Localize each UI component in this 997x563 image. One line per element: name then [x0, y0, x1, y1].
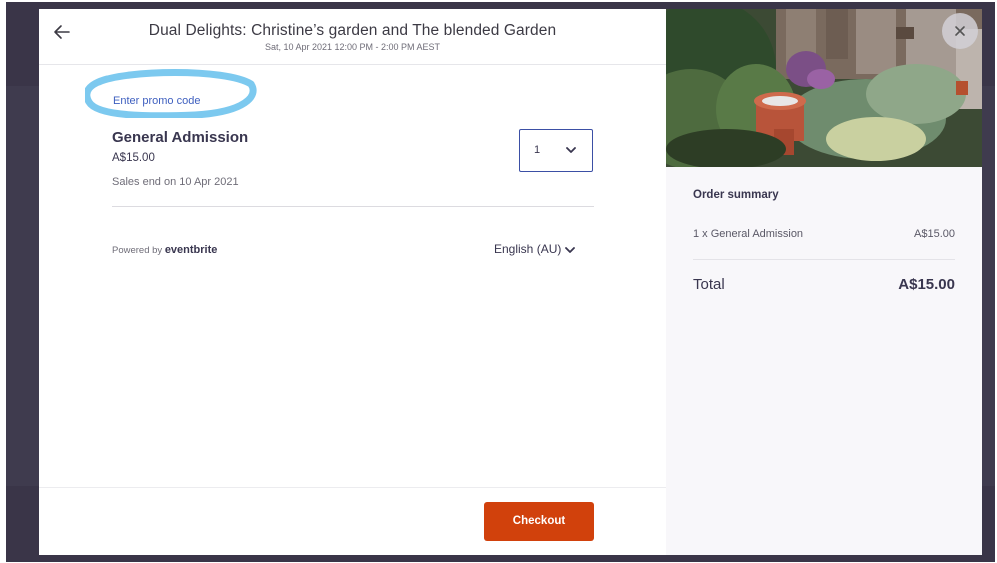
eventbrite-logo[interactable]: eventbrite [165, 244, 218, 256]
event-date: Sat, 10 Apr 2021 12:00 PM - 2:00 PM AEST [264, 42, 441, 52]
summary-divider [693, 259, 955, 260]
close-icon [955, 26, 965, 36]
powered-by-label: Powered by [112, 245, 163, 256]
chevron-down-icon [565, 246, 576, 253]
ticket-price: A$15.00 [112, 152, 155, 164]
summary-line-price: A$15.00 [914, 228, 955, 240]
modal-header: Dual Delights: Christine’s garden and Th… [39, 9, 666, 65]
highlight-circle [85, 69, 257, 118]
event-image [666, 9, 982, 167]
order-summary-pane: Order summary 1 x General Admission A$15… [666, 9, 982, 555]
ticket-name: General Admission [112, 129, 249, 146]
checkout-modal: Dual Delights: Christine’s garden and Th… [39, 9, 982, 555]
event-title: Dual Delights: Christine’s garden and Th… [148, 22, 557, 39]
order-summary-title: Order summary [693, 189, 779, 201]
quantity-select[interactable]: 1 [519, 129, 593, 172]
promo-code-area: Enter promo code [85, 66, 257, 118]
total-value: A$15.00 [898, 276, 955, 293]
divider [112, 206, 594, 207]
quantity-value: 1 [534, 144, 541, 156]
promo-code-link[interactable]: Enter promo code [113, 95, 200, 107]
chevron-down-icon [566, 147, 576, 153]
ticket-selection-pane: Dual Delights: Christine’s garden and Th… [39, 9, 666, 555]
sales-end-text: Sales end on 10 Apr 2021 [112, 176, 239, 188]
language-label: English (AU) [494, 242, 562, 256]
language-select[interactable]: English (AU) [494, 242, 576, 256]
checkout-button[interactable]: Checkout [484, 502, 594, 541]
modal-footer: Checkout [39, 487, 666, 555]
summary-line-item: 1 x General Admission [693, 228, 804, 240]
garden-photo [666, 9, 982, 167]
close-button[interactable] [942, 13, 978, 49]
total-label: Total [693, 276, 725, 293]
powered-by: Powered by eventbrite [112, 244, 217, 256]
